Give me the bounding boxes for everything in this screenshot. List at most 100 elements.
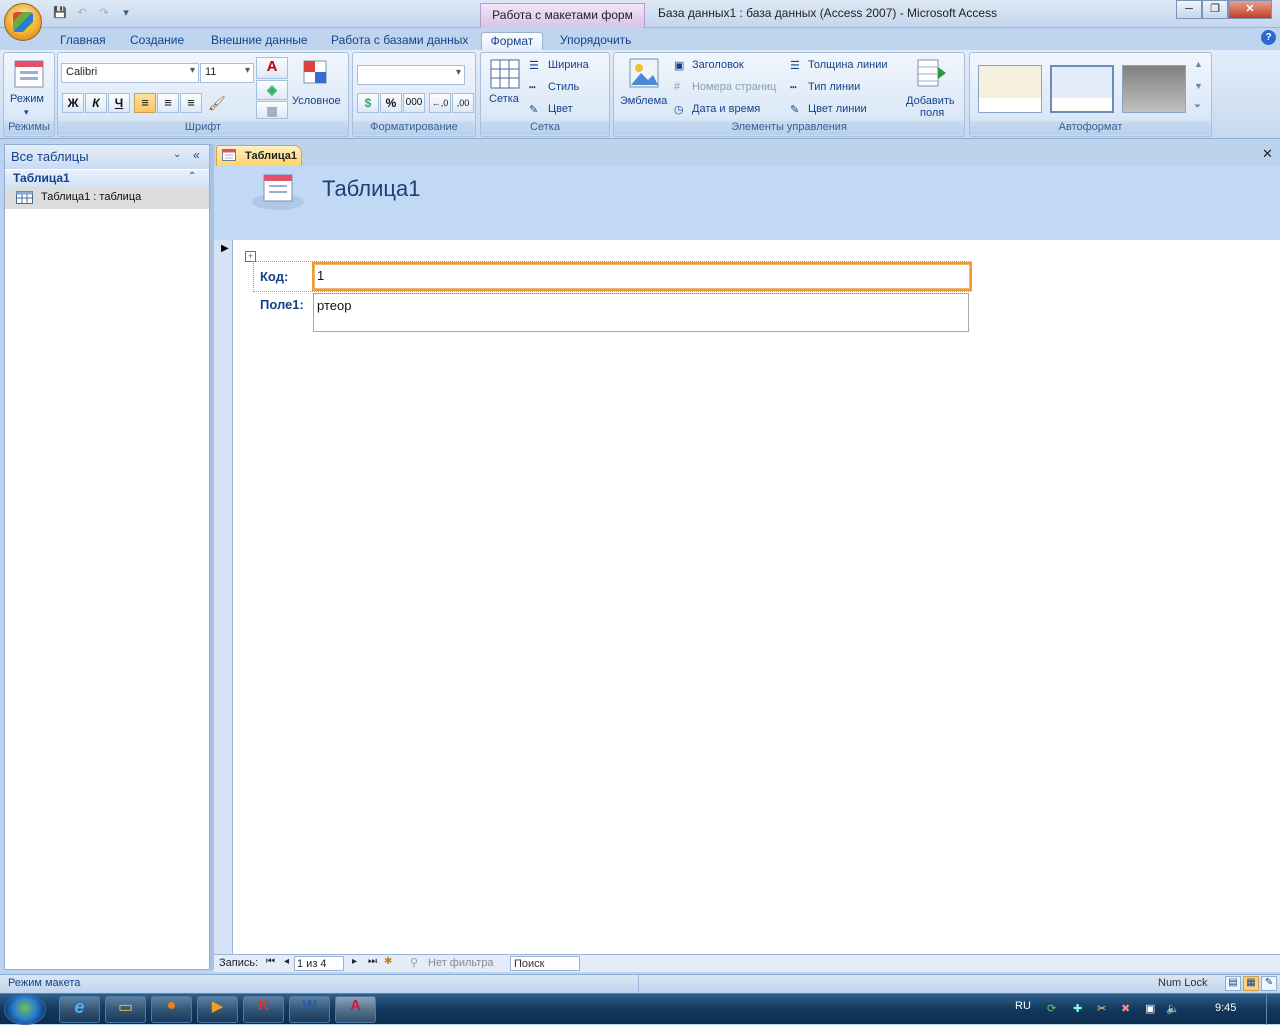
form-view-icon[interactable]: ▤ bbox=[1225, 976, 1241, 991]
increase-decimals-button[interactable]: ←,0 bbox=[429, 93, 451, 113]
nav-group-header[interactable]: Таблица1 bbox=[5, 170, 209, 187]
prev-record-icon[interactable]: ◂ bbox=[284, 956, 289, 967]
title-button[interactable]: Заголовок bbox=[692, 59, 744, 71]
network-error-icon[interactable]: ✖ bbox=[1121, 1002, 1130, 1015]
font-color-icon[interactable]: A bbox=[256, 57, 288, 79]
volume-icon[interactable]: 🔈 bbox=[1166, 1002, 1180, 1015]
font-name-combo[interactable]: Calibri bbox=[61, 63, 199, 83]
grid-icon[interactable] bbox=[490, 59, 520, 89]
tab-format[interactable]: Формат bbox=[481, 32, 543, 50]
view-icon[interactable] bbox=[13, 59, 45, 89]
line-thickness-button[interactable]: Толщина линии bbox=[808, 59, 888, 71]
conditional-format-icon[interactable] bbox=[302, 59, 330, 87]
gallery-more-icon[interactable]: ⏷ bbox=[1194, 101, 1201, 112]
record-position-input[interactable]: 1 из 4 bbox=[294, 956, 344, 971]
color-button[interactable]: Цвет bbox=[548, 103, 573, 115]
fill-color-icon[interactable]: ◈ bbox=[256, 80, 288, 100]
autoformat-thumb-3[interactable] bbox=[1122, 65, 1186, 113]
logo-button[interactable]: Эмблема bbox=[620, 95, 667, 107]
autoformat-thumb-2[interactable] bbox=[1050, 65, 1114, 113]
save-icon[interactable]: 💾 bbox=[52, 6, 68, 20]
display-icon[interactable]: ▣ bbox=[1145, 1002, 1155, 1015]
firefox-icon[interactable]: ● bbox=[151, 996, 192, 1023]
undo-icon[interactable]: ↶ bbox=[74, 6, 90, 20]
width-button[interactable]: Ширина bbox=[548, 59, 589, 71]
tab-arrange[interactable]: Упорядочить bbox=[554, 32, 637, 50]
thousands-button[interactable]: 000 bbox=[403, 93, 425, 113]
next-record-icon[interactable]: ▸ bbox=[352, 956, 357, 967]
access-icon[interactable]: A bbox=[335, 996, 376, 1023]
help-icon[interactable]: ? bbox=[1261, 30, 1276, 45]
nav-item-table1[interactable]: Таблица1 : таблица bbox=[5, 187, 209, 209]
add-fields-label-2[interactable]: поля bbox=[920, 107, 944, 119]
explorer-icon[interactable]: ▭ bbox=[105, 996, 146, 1023]
customize-qat-icon[interactable]: ▾ bbox=[118, 6, 134, 20]
media-player-icon[interactable]: ▶ bbox=[197, 996, 238, 1023]
line-type-button[interactable]: Тип линии bbox=[808, 81, 860, 93]
grid-button[interactable]: Сетка bbox=[489, 93, 519, 105]
nav-dropdown-icon[interactable]: ⌄ bbox=[173, 149, 181, 160]
first-record-icon[interactable]: ⏮ bbox=[266, 956, 275, 967]
filter-status[interactable]: Нет фильтра bbox=[428, 957, 494, 969]
gridlines-icon[interactable]: ▦ bbox=[256, 101, 288, 119]
style-button[interactable]: Стиль bbox=[548, 81, 579, 93]
decrease-decimals-button[interactable]: ,00 bbox=[452, 93, 474, 113]
close-button[interactable]: ✕ bbox=[1228, 0, 1272, 19]
show-desktop-button[interactable] bbox=[1266, 994, 1280, 1025]
field-kod[interactable]: 1 bbox=[312, 262, 972, 291]
date-time-button[interactable]: Дата и время bbox=[692, 103, 760, 115]
tab-external-data[interactable]: Внешние данные bbox=[205, 32, 314, 50]
view-dropdown-icon[interactable]: ▾ bbox=[24, 107, 29, 118]
clock[interactable]: 9:45 bbox=[1215, 1002, 1236, 1014]
sync-icon[interactable]: ⟳ bbox=[1047, 1002, 1056, 1015]
underline-button[interactable]: Ч bbox=[108, 93, 130, 113]
layout-view-icon[interactable]: ▦ bbox=[1243, 976, 1259, 991]
tab-database-tools[interactable]: Работа с базами данных bbox=[325, 32, 474, 50]
nav-group-collapse-icon[interactable]: ⌃ bbox=[188, 171, 196, 182]
record-selector[interactable] bbox=[214, 240, 233, 954]
gallery-down-icon[interactable]: ▼ bbox=[1194, 81, 1203, 91]
word-icon[interactable]: W bbox=[289, 996, 330, 1023]
maximize-button[interactable]: ❐ bbox=[1202, 0, 1228, 19]
new-record-icon[interactable]: ✱ bbox=[384, 956, 392, 967]
tab-create[interactable]: Создание bbox=[124, 32, 190, 50]
design-view-icon[interactable]: ✎ bbox=[1261, 976, 1277, 991]
office-button[interactable] bbox=[4, 3, 42, 41]
app-k-icon[interactable]: K bbox=[243, 996, 284, 1023]
align-center-icon[interactable]: ≡ bbox=[157, 93, 179, 113]
close-document-icon[interactable]: ✕ bbox=[1262, 146, 1273, 162]
italic-button[interactable]: К bbox=[85, 93, 107, 113]
field-pole1[interactable]: ртеор bbox=[313, 293, 969, 332]
page-numbers-button[interactable]: Номера страниц bbox=[692, 81, 776, 93]
redo-icon[interactable]: ↷ bbox=[96, 6, 112, 20]
autoformat-thumb-1[interactable] bbox=[978, 65, 1042, 113]
currency-icon[interactable]: $ bbox=[357, 93, 379, 113]
line-color-icon: ✎ bbox=[790, 104, 800, 116]
tray-icon-3[interactable]: ✂ bbox=[1097, 1002, 1106, 1015]
format-painter-icon[interactable]: 🖌 bbox=[208, 95, 226, 112]
last-record-icon[interactable]: ⏭ bbox=[368, 956, 377, 967]
tab-home[interactable]: Главная bbox=[54, 32, 112, 50]
bold-button[interactable]: Ж bbox=[62, 93, 84, 113]
minimize-button[interactable]: ─ bbox=[1176, 0, 1202, 19]
logo-icon[interactable] bbox=[628, 57, 660, 89]
tray-icon-2[interactable]: ✚ bbox=[1073, 1002, 1082, 1015]
view-button[interactable]: Режим bbox=[10, 93, 44, 105]
search-input[interactable]: Поиск bbox=[510, 956, 580, 971]
align-left-icon[interactable]: ≡ bbox=[134, 93, 156, 113]
line-color-button[interactable]: Цвет линии bbox=[808, 103, 867, 115]
date-time-icon: ◷ bbox=[674, 104, 684, 116]
percent-button[interactable]: % bbox=[380, 93, 402, 113]
start-button[interactable] bbox=[4, 994, 46, 1025]
gallery-up-icon[interactable]: ▲ bbox=[1194, 59, 1203, 69]
add-fields-icon[interactable] bbox=[916, 58, 948, 88]
taskbar: e ▭ ● ▶ K W A RU ⟳ ✚ ✂ ✖ ▣ 🔈 9:45 bbox=[0, 993, 1280, 1025]
conditional-button[interactable]: Условное bbox=[292, 95, 341, 107]
font-size-combo[interactable]: 11 bbox=[200, 63, 254, 83]
align-right-icon[interactable]: ≡ bbox=[180, 93, 202, 113]
ie-icon[interactable]: e bbox=[59, 996, 100, 1023]
nav-collapse-icon[interactable]: « bbox=[193, 148, 200, 162]
format-combo[interactable] bbox=[357, 65, 465, 85]
language-indicator[interactable]: RU bbox=[1015, 1000, 1031, 1012]
add-fields-label-1[interactable]: Добавить bbox=[906, 95, 955, 107]
